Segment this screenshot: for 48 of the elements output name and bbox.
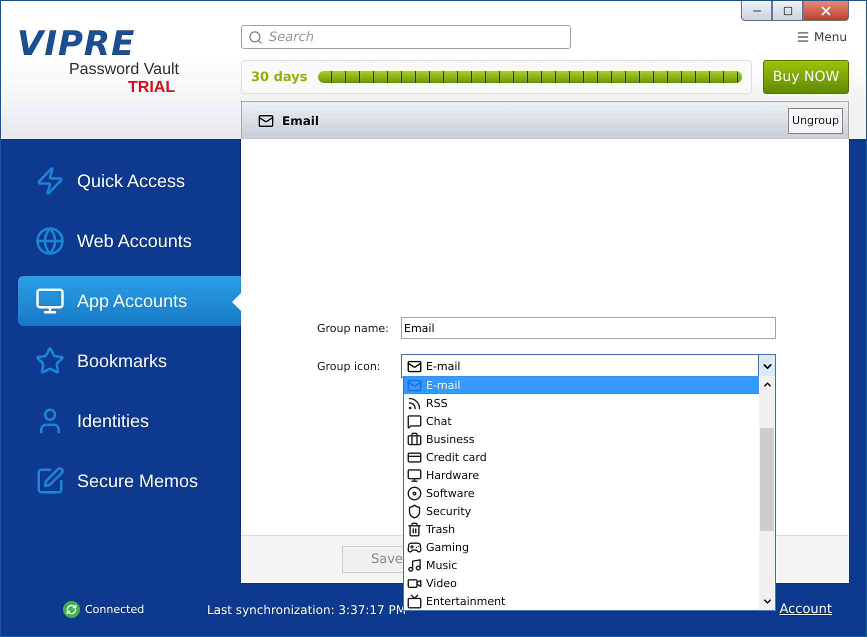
connection-status: Connected: [85, 603, 146, 616]
pencil-note-icon: [35, 466, 65, 496]
ungroup-button[interactable]: Ungroup: [788, 108, 843, 134]
group-icon-label: Group icon:: [317, 360, 382, 372]
menu-icon: [796, 30, 810, 44]
search-icon: [248, 30, 263, 45]
envelope-icon: [407, 378, 422, 392]
sidebar-item[interactable]: App Accounts: [18, 276, 241, 326]
maximize-icon: [782, 6, 792, 16]
logo-product: Password Vault: [69, 61, 179, 79]
close-icon: [819, 4, 833, 18]
gamepad-icon: [407, 540, 422, 554]
speech-bubble-icon: [407, 414, 422, 428]
disc-icon: [407, 486, 422, 500]
rss-icon: [407, 396, 422, 410]
maximize-button[interactable]: [772, 1, 803, 21]
account-link[interactable]: Account: [780, 602, 832, 617]
sidebar-item[interactable]: Web Accounts: [18, 216, 241, 266]
sidebar-item[interactable]: Secure Memos: [18, 456, 241, 506]
search-field[interactable]: Search: [241, 25, 571, 49]
monitor-icon: [407, 468, 422, 482]
header-background: [849, 101, 866, 139]
trial-days: 30 days: [251, 70, 308, 84]
envelope-icon: [407, 358, 422, 374]
minimize-button[interactable]: [741, 1, 772, 21]
sidebar-item[interactable]: Identities: [18, 396, 241, 446]
group-title: Email: [282, 114, 320, 128]
scrollbar[interactable]: [759, 376, 775, 610]
bolt-icon: [35, 166, 65, 196]
globe-icon: [35, 226, 65, 256]
shield-icon: [407, 504, 422, 518]
music-note-icon: [407, 558, 422, 572]
group-name-field[interactable]: Email: [401, 317, 776, 339]
logo-brand: VIPRE: [17, 27, 136, 61]
tv-icon: [407, 594, 422, 608]
trash-icon: [407, 522, 422, 536]
sidebar-item[interactable]: Quick Access: [18, 156, 241, 206]
group-name-label: Group name:: [317, 322, 390, 334]
menu-button[interactable]: Menu: [796, 30, 849, 44]
credit-card-icon: [407, 450, 422, 464]
star-icon: [35, 346, 65, 376]
sidebar-item[interactable]: Bookmarks: [18, 336, 241, 386]
envelope-icon: [258, 112, 274, 128]
sync-icon: [63, 601, 80, 618]
close-button[interactable]: [803, 1, 849, 21]
monitor-icon: [35, 286, 65, 316]
briefcase-icon: [407, 432, 422, 446]
trial-label: TRIAL: [128, 79, 176, 97]
